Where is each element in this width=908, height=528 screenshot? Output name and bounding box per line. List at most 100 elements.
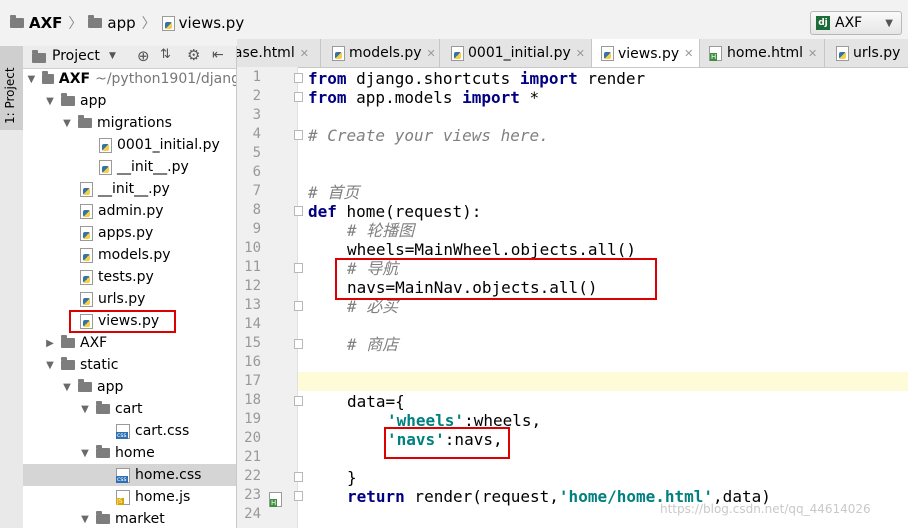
tree-item[interactable]: apps.py (23, 222, 236, 244)
close-icon[interactable]: ✕ (808, 47, 817, 60)
tree-item[interactable]: ▼ home (23, 442, 236, 464)
line-number: 16 (244, 354, 261, 370)
collapse-all-icon[interactable]: ⇅ (160, 47, 171, 62)
related-template-icon[interactable] (269, 492, 282, 507)
tree-item-label: models.py (98, 247, 171, 263)
tree-item-label: urls.py (98, 291, 146, 307)
line-number: 21 (244, 449, 261, 465)
expand-arrow-icon[interactable]: ▼ (80, 404, 90, 415)
code-editor[interactable]: from django.shortcuts import render from… (298, 67, 908, 528)
tree-item[interactable]: ▼ migrations (23, 112, 236, 134)
tree-item[interactable]: ▼ market (23, 508, 236, 528)
tree-item[interactable]: ▶ AXF (23, 332, 236, 354)
close-icon[interactable]: ✕ (300, 47, 309, 60)
tree-item[interactable]: ▼ cart (23, 398, 236, 420)
breadcrumb-project[interactable]: AXF (29, 14, 62, 32)
hide-panel-icon[interactable]: ⇤ (212, 47, 224, 63)
tab-models-py[interactable]: models.py ✕ (321, 39, 440, 67)
collapse-arrow-icon[interactable]: ▶ (45, 338, 55, 349)
tab-label: base.html (237, 45, 295, 61)
dropdown-arrow-icon[interactable]: ▼ (109, 51, 116, 61)
python-file-icon (161, 15, 175, 31)
tree-item-label: admin.py (98, 203, 164, 219)
line-number: 1 (252, 69, 261, 85)
folder-icon (96, 401, 110, 414)
tree-item[interactable]: models.py (23, 244, 236, 266)
line-number: 12 (244, 278, 261, 294)
tree-item-highlighted[interactable]: home.css (23, 464, 236, 486)
line-number: 22 (244, 468, 261, 484)
line-number: 4 (252, 126, 261, 142)
python-file-icon (99, 137, 112, 153)
tree-item-label: tests.py (98, 269, 154, 285)
tab-label: views.py (618, 45, 680, 62)
python-file-icon (80, 247, 93, 263)
line-number: 20 (244, 430, 261, 446)
expand-arrow-icon[interactable]: ▼ (80, 448, 90, 459)
breadcrumb-folder[interactable]: app (107, 14, 135, 32)
expand-arrow-icon[interactable]: ▼ (45, 96, 55, 107)
tree-item[interactable]: ▼ app (23, 90, 236, 112)
folder-icon (61, 335, 75, 348)
tree-item[interactable]: admin.py (23, 200, 236, 222)
breadcrumb-file[interactable]: views.py (179, 14, 245, 32)
project-view-select[interactable]: Project (52, 48, 100, 64)
expand-arrow-icon[interactable]: ▼ (27, 74, 36, 85)
tree-item-label: home.css (135, 467, 202, 483)
tree-item[interactable]: __init__.py (23, 178, 236, 200)
scroll-from-source-icon[interactable]: ⊕ (137, 47, 150, 65)
tree-item[interactable]: home.js (23, 486, 236, 508)
editor-tab-bar: base.html ✕ models.py ✕ 0001_initial.py … (237, 39, 908, 68)
gear-icon[interactable]: ⚙ (187, 46, 200, 64)
tree-root-label: AXF (58, 71, 91, 87)
annotation-box (384, 427, 510, 459)
tree-item[interactable]: ▼ app (23, 376, 236, 398)
tree-item-label: cart (115, 401, 143, 417)
expand-arrow-icon[interactable]: ▼ (62, 118, 72, 129)
tree-item[interactable]: cart.css (23, 420, 236, 442)
tab-0001-initial-py[interactable]: 0001_initial.py ✕ (440, 39, 592, 67)
close-icon[interactable]: ✕ (576, 47, 585, 60)
tab-home-html[interactable]: home.html ✕ (700, 39, 825, 67)
folder-icon (61, 93, 75, 106)
expand-arrow-icon[interactable]: ▼ (80, 514, 90, 525)
line-number: 2 (252, 88, 261, 104)
project-panel-header: Project ▼ ⊕ ⇅ ⚙ ⇤ (23, 46, 236, 69)
folder-icon (41, 71, 54, 84)
code-line: } (347, 468, 357, 487)
tree-item[interactable]: urls.py (23, 288, 236, 310)
code-line: def home(request): (308, 202, 482, 221)
code-line: from app.models import * (308, 88, 540, 107)
line-number: 24 (244, 506, 261, 522)
tree-item-label: app (97, 379, 124, 395)
line-number: 14 (244, 316, 261, 332)
close-icon[interactable]: ✕ (427, 47, 436, 60)
project-view-icon (32, 50, 46, 63)
tree-item[interactable]: ▼ static (23, 354, 236, 376)
tree-item[interactable]: tests.py (23, 266, 236, 288)
tab-base-html[interactable]: base.html ✕ (237, 39, 321, 67)
tab-label: 0001_initial.py (468, 45, 571, 61)
close-icon[interactable]: ✕ (684, 47, 693, 60)
tree-item-label: 0001_initial.py (117, 137, 220, 153)
chevron-right-icon: 〉 (68, 16, 83, 32)
tree-item[interactable]: __init__.py (23, 156, 236, 178)
expand-arrow-icon[interactable]: ▼ (45, 360, 55, 371)
run-configuration-select[interactable]: dj AXF ▼ (810, 11, 902, 35)
code-comment: # 商店 (347, 335, 399, 354)
css-file-icon (116, 423, 130, 439)
project-tool-tab[interactable]: 1: Project (0, 46, 23, 130)
line-number: 3 (252, 107, 261, 123)
expand-arrow-icon[interactable]: ▼ (62, 382, 72, 393)
folder-icon (78, 379, 92, 392)
tab-urls-py[interactable]: urls.py (825, 39, 908, 67)
folder-icon (96, 511, 110, 524)
dropdown-arrow-icon: ▼ (885, 17, 893, 29)
tree-item[interactable]: 0001_initial.py (23, 134, 236, 156)
tab-label: models.py (349, 45, 422, 61)
tree-item-label: market (115, 511, 165, 527)
python-file-icon (601, 46, 614, 61)
tree-root[interactable]: ▼ AXF ~/python1901/djang (23, 68, 236, 90)
tab-views-py[interactable]: views.py ✕ (592, 39, 700, 67)
line-number: 13 (244, 297, 261, 313)
